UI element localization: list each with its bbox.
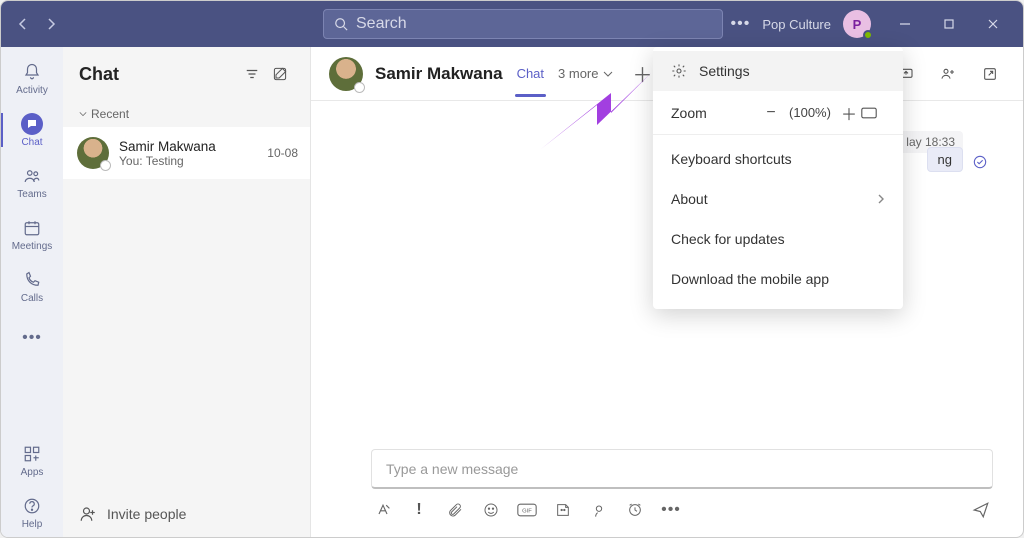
app-rail: Activity Chat Teams Meetings Calls ••• xyxy=(1,47,63,537)
message-bubble[interactable]: ng xyxy=(927,147,963,172)
zoom-value: (100%) xyxy=(783,105,837,120)
rail-label: Teams xyxy=(17,189,46,200)
more-compose-button[interactable]: ••• xyxy=(661,500,681,520)
menu-label: About xyxy=(671,191,708,207)
help-icon xyxy=(21,495,43,517)
svg-text:GIF: GIF xyxy=(522,509,532,515)
rail-label: Apps xyxy=(21,467,44,478)
org-name: Pop Culture xyxy=(762,17,831,32)
attach-button[interactable] xyxy=(445,500,465,520)
teams-icon xyxy=(21,165,43,187)
contact-avatar xyxy=(77,137,109,169)
menu-download-app[interactable]: Download the mobile app xyxy=(653,259,903,299)
filter-button[interactable] xyxy=(238,60,266,88)
sticker-button[interactable] xyxy=(553,500,573,520)
tab-chat[interactable]: Chat xyxy=(515,50,546,97)
rail-help[interactable]: Help xyxy=(1,487,63,537)
read-receipt-icon xyxy=(973,155,987,169)
rail-label: Meetings xyxy=(12,241,53,252)
rail-label: Activity xyxy=(16,85,48,96)
menu-keyboard-shortcuts[interactable]: Keyboard shortcuts xyxy=(653,139,903,179)
section-label: Recent xyxy=(91,107,129,121)
chat-section-recent[interactable]: Recent xyxy=(63,101,310,127)
menu-settings[interactable]: Settings xyxy=(653,51,903,91)
rail-apps[interactable]: Apps xyxy=(1,435,63,485)
rail-chat[interactable]: Chat xyxy=(1,105,63,155)
contact-avatar[interactable] xyxy=(329,57,363,91)
invite-icon xyxy=(79,505,97,523)
avatar-initial: P xyxy=(853,17,862,32)
ellipsis-icon: ••• xyxy=(21,327,43,349)
invite-people-button[interactable]: Invite people xyxy=(63,491,310,537)
message-input[interactable]: Type a new message xyxy=(371,449,993,489)
compose-area: Type a new message ! GIF ••• xyxy=(311,449,1023,537)
contact-name: Samir Makwana xyxy=(119,139,267,154)
chevron-right-icon xyxy=(877,194,885,204)
menu-check-updates[interactable]: Check for updates xyxy=(653,219,903,259)
nav-forward-button[interactable] xyxy=(39,12,63,36)
presence-indicator xyxy=(863,30,873,40)
menu-label: Keyboard shortcuts xyxy=(671,151,792,167)
rail-label: Chat xyxy=(21,137,42,148)
more-options-button[interactable]: ••• xyxy=(731,15,751,33)
tab-more-label: 3 more xyxy=(558,66,598,81)
titlebar: Search ••• Pop Culture P xyxy=(1,1,1023,47)
chat-list-title: Chat xyxy=(79,64,238,85)
menu-label: Download the mobile app xyxy=(671,271,829,287)
message-preview: You: Testing xyxy=(119,154,267,168)
fullscreen-button[interactable] xyxy=(861,107,885,119)
rail-calls[interactable]: Calls xyxy=(1,261,63,311)
chat-list-item[interactable]: Samir Makwana You: Testing 10-08 xyxy=(63,127,310,179)
zoom-in-button[interactable]: ＋ xyxy=(837,101,861,125)
loop-button[interactable] xyxy=(589,500,609,520)
chat-title: Samir Makwana xyxy=(375,64,503,84)
calendar-icon xyxy=(21,217,43,239)
rail-more[interactable]: ••• xyxy=(1,313,63,363)
menu-label: Settings xyxy=(699,63,750,79)
rail-meetings[interactable]: Meetings xyxy=(1,209,63,259)
phone-icon xyxy=(21,269,43,291)
new-chat-button[interactable] xyxy=(266,60,294,88)
format-button[interactable] xyxy=(373,500,393,520)
nav-back-button[interactable] xyxy=(11,12,35,36)
minimize-button[interactable] xyxy=(883,1,927,47)
message-time: 10-08 xyxy=(267,146,298,160)
apps-icon xyxy=(21,443,43,465)
gear-icon xyxy=(671,63,687,79)
popout-button[interactable] xyxy=(975,59,1005,89)
search-input[interactable]: Search xyxy=(323,9,723,39)
add-tab-button[interactable]: ＋ xyxy=(633,59,653,88)
search-icon xyxy=(334,17,348,31)
chevron-down-icon xyxy=(603,69,613,79)
add-people-button[interactable] xyxy=(933,59,963,89)
presence-indicator xyxy=(100,160,111,171)
zoom-out-button[interactable]: − xyxy=(759,104,783,122)
chevron-down-icon xyxy=(79,110,87,118)
emoji-button[interactable] xyxy=(481,500,501,520)
rail-label: Help xyxy=(22,519,43,530)
rail-label: Calls xyxy=(21,293,43,304)
tab-more[interactable]: 3 more xyxy=(558,66,612,81)
message-input-placeholder: Type a new message xyxy=(386,461,518,477)
chat-list-panel: Chat Recent Samir Makwana You: Testing 1… xyxy=(63,47,311,537)
priority-button[interactable]: ! xyxy=(409,500,429,520)
menu-about[interactable]: About xyxy=(653,179,903,219)
bell-icon xyxy=(21,61,43,83)
presence-indicator xyxy=(354,82,365,93)
chat-icon xyxy=(21,113,43,135)
search-placeholder: Search xyxy=(356,15,407,33)
zoom-label: Zoom xyxy=(671,105,759,121)
menu-label: Check for updates xyxy=(671,231,785,247)
invite-label: Invite people xyxy=(107,506,186,522)
maximize-button[interactable] xyxy=(927,1,971,47)
user-avatar[interactable]: P xyxy=(843,10,871,38)
settings-dropdown: Settings Zoom − (100%) ＋ Keyboard shortc… xyxy=(653,47,903,309)
send-button[interactable] xyxy=(971,500,991,520)
schedule-button[interactable] xyxy=(625,500,645,520)
close-button[interactable] xyxy=(971,1,1015,47)
gif-button[interactable]: GIF xyxy=(517,500,537,520)
menu-zoom: Zoom − (100%) ＋ xyxy=(653,91,903,135)
rail-activity[interactable]: Activity xyxy=(1,53,63,103)
rail-teams[interactable]: Teams xyxy=(1,157,63,207)
